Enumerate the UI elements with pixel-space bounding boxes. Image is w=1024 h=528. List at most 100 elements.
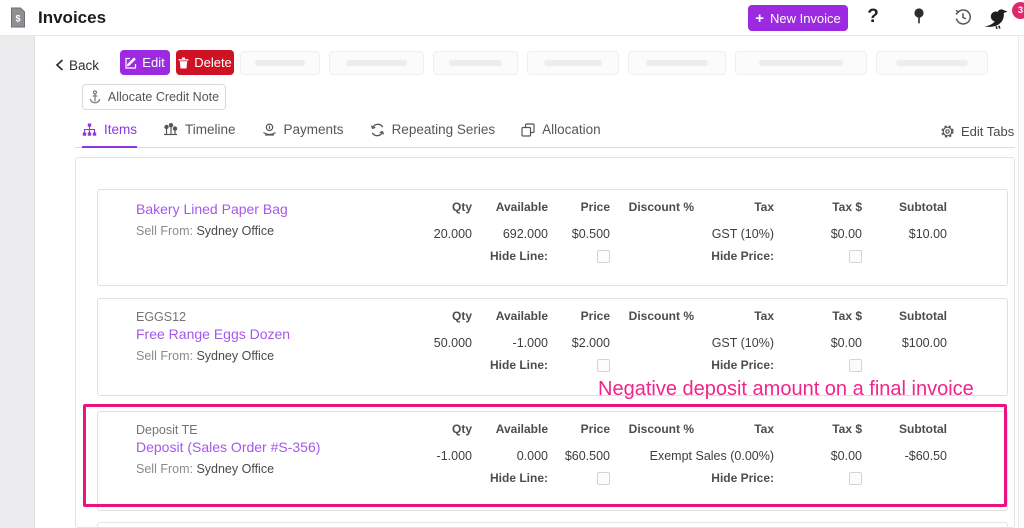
sell-from: Sell From: Sydney Office xyxy=(136,349,275,363)
hide-line-checkbox[interactable] xyxy=(597,249,610,263)
discount-value xyxy=(610,336,694,350)
hide-price-label: Hide Price: xyxy=(711,358,774,372)
hide-options: Hide Line: Hide Price: xyxy=(387,249,947,263)
qty-value: 50.000 xyxy=(433,336,472,350)
edit-tabs-label: Edit Tabs xyxy=(961,124,1015,139)
disabled-toolbar-button[interactable] xyxy=(628,51,726,75)
invoice-document-icon: $ xyxy=(10,7,26,28)
history-icon xyxy=(955,9,971,25)
hide-line-checkbox[interactable] xyxy=(597,358,610,372)
delete-button[interactable]: Delete xyxy=(176,50,234,75)
delete-label: Delete xyxy=(194,55,232,70)
tab-repeating-series-label: Repeating Series xyxy=(391,122,496,137)
notifications-button[interactable] xyxy=(982,4,1008,30)
history-button[interactable] xyxy=(950,4,976,30)
tax-value: Exempt Sales (0.00%) xyxy=(649,449,774,463)
disabled-toolbar-button[interactable] xyxy=(735,51,867,75)
chevron-left-icon xyxy=(55,59,64,71)
disabled-toolbar-button[interactable] xyxy=(527,51,619,75)
hide-price-checkbox[interactable] xyxy=(849,358,862,372)
subtotal-value: -$60.50 xyxy=(904,449,947,463)
sell-from: Sell From: Sydney Office xyxy=(136,224,275,238)
app-header: $ Invoices + New Invoice ? 3 xyxy=(0,0,1024,36)
pin-button[interactable] xyxy=(906,4,932,30)
product-sku: EGGS12 xyxy=(136,310,187,324)
tax-value: GST (10%) xyxy=(711,336,774,350)
row-values: 50.000 -1.000 $2.000 GST (10%) $0.00 $10… xyxy=(387,336,947,350)
disabled-toolbar-button[interactable] xyxy=(329,51,424,75)
row-values: -1.000 0.000 $60.500 Exempt Sales (0.00%… xyxy=(387,449,947,463)
hide-line-checkbox[interactable] xyxy=(597,471,610,485)
line-item-card: Bakery Lined Paper Bag Sell From: Sydney… xyxy=(97,189,1008,286)
tax-amount-value: $0.00 xyxy=(830,449,862,463)
product-sku: Deposit TE xyxy=(136,423,198,437)
disabled-toolbar-button[interactable] xyxy=(240,51,320,75)
available-value: 692.000 xyxy=(502,227,548,241)
edit-button[interactable]: Edit xyxy=(120,50,170,75)
allocate-credit-note-button[interactable]: Allocate Credit Note xyxy=(82,84,226,110)
price-value: $2.000 xyxy=(571,336,610,350)
next-card-edge xyxy=(97,522,1008,528)
scrollbar[interactable] xyxy=(1018,36,1024,528)
available-value: -1.000 xyxy=(512,336,548,350)
pin-icon xyxy=(914,8,924,24)
hide-price-label: Hide Price: xyxy=(711,471,774,485)
disabled-toolbar-button[interactable] xyxy=(433,51,518,75)
product-name-link[interactable]: Free Range Eggs Dozen xyxy=(136,325,290,344)
tab-allocation-label: Allocation xyxy=(542,122,601,137)
hide-price-checkbox[interactable] xyxy=(849,471,862,485)
payments-icon xyxy=(262,123,276,136)
subtotal-value: $10.00 xyxy=(908,227,947,241)
disabled-toolbar-button[interactable] xyxy=(876,51,988,75)
tax-amount-value: $0.00 xyxy=(830,227,862,241)
discount-value xyxy=(610,227,694,241)
qty-value: 20.000 xyxy=(433,227,472,241)
line-item-card-deposit: Deposit TE Deposit (Sales Order #S-356) … xyxy=(97,411,1008,511)
tab-items[interactable]: Items xyxy=(82,122,138,148)
tab-payments-label: Payments xyxy=(283,122,344,137)
hide-options: Hide Line: Hide Price: xyxy=(387,358,947,372)
tab-allocation[interactable]: Allocation xyxy=(521,122,601,148)
allocation-copy-icon xyxy=(521,122,535,137)
gear-icon xyxy=(941,125,954,138)
back-button[interactable]: Back xyxy=(55,53,99,77)
tab-items-label: Items xyxy=(104,122,138,137)
allocate-icon xyxy=(89,90,101,104)
bird-icon xyxy=(983,9,1008,29)
notification-badge: 3 xyxy=(1012,2,1024,19)
edit-tabs-button[interactable]: Edit Tabs xyxy=(940,124,1014,139)
tax-value: GST (10%) xyxy=(711,227,774,241)
hide-price-checkbox[interactable] xyxy=(849,249,862,263)
allocate-credit-note-label: Allocate Credit Note xyxy=(107,90,220,104)
row-values: 20.000 692.000 $0.500 GST (10%) $0.00 $1… xyxy=(387,227,947,241)
subtotal-value: $100.00 xyxy=(901,336,947,350)
tab-payments[interactable]: Payments xyxy=(262,122,344,148)
available-value: 0.000 xyxy=(516,449,548,463)
tab-bar: Items Timeline Payments Repeating Series… xyxy=(75,118,1015,148)
back-label: Back xyxy=(69,57,100,73)
collapsed-sidebar xyxy=(0,36,35,528)
hide-line-label: Hide Line: xyxy=(489,249,548,263)
items-sitemap-icon xyxy=(82,123,97,136)
product-name-link[interactable]: Bakery Lined Paper Bag xyxy=(136,200,288,219)
qty-value: -1.000 xyxy=(436,449,472,463)
help-button[interactable]: ? xyxy=(860,4,886,30)
hide-line-label: Hide Line: xyxy=(489,358,548,372)
svg-text:$: $ xyxy=(15,14,20,24)
edit-pencil-icon xyxy=(125,56,137,69)
tab-timeline-label: Timeline xyxy=(185,122,236,137)
tab-timeline[interactable]: Timeline xyxy=(163,122,236,148)
hide-line-label: Hide Line: xyxy=(489,471,548,485)
product-name-link[interactable]: Deposit (Sales Order #S-356) xyxy=(136,438,320,457)
tab-repeating-series[interactable]: Repeating Series xyxy=(370,122,496,148)
column-headers: Qty Available Price Discount % Tax Tax $ Su… xyxy=(451,422,947,436)
hide-price-label: Hide Price: xyxy=(711,249,774,263)
column-headers: Qty Available Price Discount % Tax Tax $ Su… xyxy=(451,200,947,214)
items-panel: Bakery Lined Paper Bag Sell From: Sydney… xyxy=(75,157,1015,528)
hide-options: Hide Line: Hide Price: xyxy=(387,471,947,485)
price-value: $60.500 xyxy=(564,449,610,463)
tax-amount-value: $0.00 xyxy=(830,336,862,350)
repeat-icon xyxy=(370,123,384,136)
column-headers: Qty Available Price Discount % Tax Tax $ Su… xyxy=(451,309,947,323)
new-invoice-button[interactable]: + New Invoice xyxy=(748,5,848,31)
